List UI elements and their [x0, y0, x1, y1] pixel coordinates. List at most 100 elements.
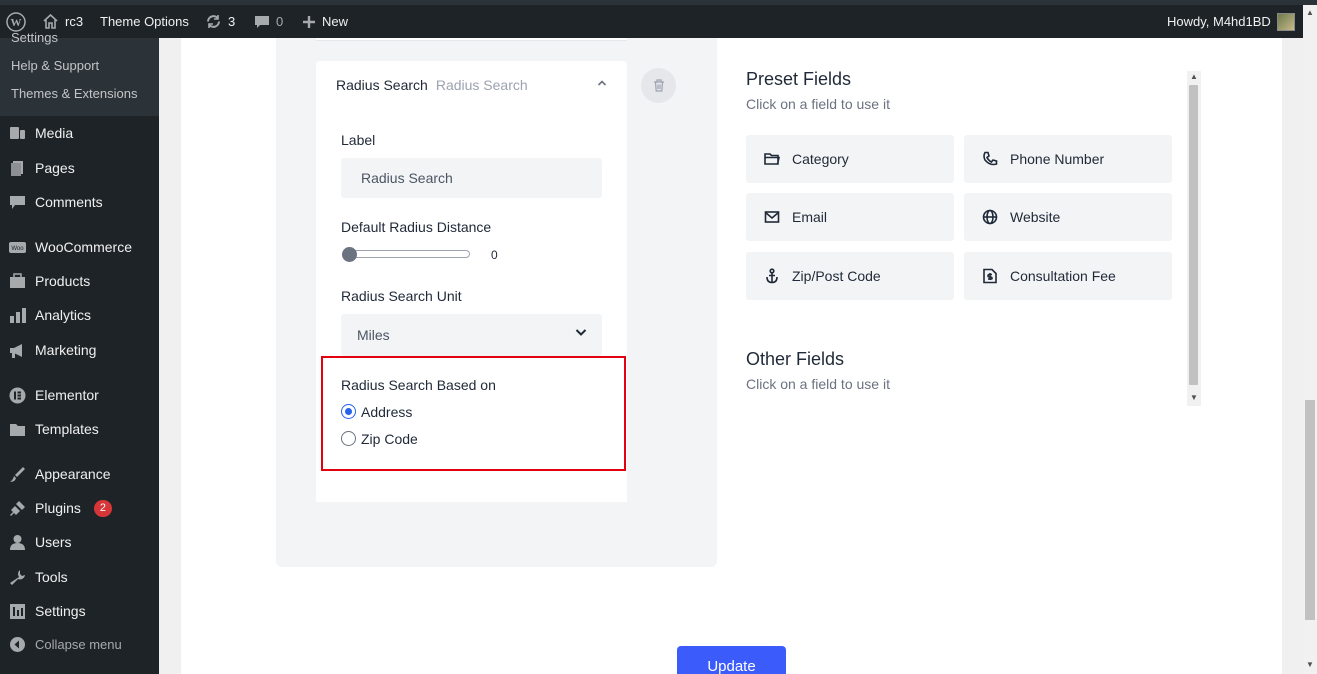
sidebar-item-label: Appearance [35, 466, 111, 482]
radius-unit-selected: Miles [357, 327, 390, 343]
radius-distance-slider[interactable] [343, 250, 470, 258]
sidebar-item-elementor[interactable]: Elementor [0, 378, 159, 412]
sidebar-item-users[interactable]: Users [0, 525, 159, 559]
preset-field-website[interactable]: Website [964, 193, 1172, 241]
preset-field-label: Consultation Fee [1010, 268, 1116, 284]
radius-unit-label: Radius Search Unit [341, 288, 462, 304]
radio-zip-code[interactable] [341, 431, 356, 446]
delete-field-button[interactable] [641, 68, 676, 103]
fields-panel-scrollbar[interactable]: ▲ ▼ [1187, 71, 1201, 406]
preset-field-email[interactable]: Email [746, 193, 954, 241]
field-card-header[interactable]: Radius Search Radius Search [316, 61, 627, 108]
elementor-icon [9, 387, 26, 404]
marketing-icon [9, 342, 26, 359]
page-scroll-thumb[interactable] [1305, 400, 1315, 620]
sidebar-item-marketing[interactable]: Marketing [0, 333, 159, 367]
preset-field-phone-number[interactable]: Phone Number [964, 135, 1172, 183]
sidebar-item-settings[interactable]: Settings [0, 594, 159, 628]
theme-options-label: Theme Options [100, 14, 189, 29]
svg-text:Woo: Woo [11, 246, 24, 252]
globe-icon [982, 209, 998, 225]
sidebar-item-media[interactable]: Media [0, 116, 159, 150]
update-button[interactable]: Update [677, 646, 786, 674]
sidebar-item-label: Templates [35, 421, 99, 437]
new-content-link[interactable]: New [302, 5, 348, 38]
admin-bar: W rc3 Theme Options 3 0 New Howdy, M4hd1… [0, 0, 1317, 38]
submenu-item-help-support[interactable]: Help & Support [11, 58, 99, 73]
plugins-update-badge: 2 [93, 499, 112, 517]
other-fields-subtitle: Click on a field to use it [746, 376, 890, 392]
folder-icon [764, 153, 780, 165]
preset-field-zip-post-code[interactable]: Zip/Post Code [746, 252, 954, 300]
sidebar-item-comments[interactable]: Comments [0, 185, 159, 219]
sidebar-item-appearance[interactable]: Appearance [0, 457, 159, 491]
sidebar-item-pages[interactable]: Pages [0, 151, 159, 185]
page-scroll-up-arrow-icon[interactable]: ▲ [1306, 8, 1314, 17]
comments-count: 0 [276, 14, 284, 29]
previous-field-card-edge [316, 38, 627, 41]
scroll-down-arrow-icon[interactable]: ▼ [1190, 393, 1198, 402]
chevron-up-icon[interactable] [597, 79, 607, 87]
submenu: Settings Help & Support Themes & Extensi… [0, 30, 159, 116]
page-scrollbar[interactable]: ▲ ▼ [1303, 5, 1317, 674]
preset-field-label: Category [792, 151, 849, 167]
fee-icon [983, 268, 997, 284]
templates-icon [9, 421, 26, 438]
media-icon [9, 125, 26, 142]
sidebar-item-label: Pages [35, 160, 75, 176]
anchor-icon [766, 268, 778, 284]
sidebar-item-label: Elementor [35, 387, 99, 403]
other-fields-title: Other Fields [746, 349, 845, 369]
sidebar-item-label: Plugins [35, 500, 81, 516]
sidebar-item-tools[interactable]: Tools [0, 560, 159, 594]
new-label: New [322, 14, 349, 29]
tools-icon [9, 569, 26, 586]
theme-options-link[interactable]: Theme Options [100, 5, 189, 38]
comments-link[interactable]: 0 [254, 5, 283, 38]
settings-icon [9, 603, 26, 620]
sidebar-item-plugins[interactable]: Plugins 2 [0, 491, 159, 525]
avatar [1276, 12, 1295, 31]
sidebar-item-templates[interactable]: Templates [0, 412, 159, 446]
updates-count: 3 [228, 14, 236, 29]
preset-field-label: Website [1010, 209, 1061, 225]
label-input[interactable]: Radius Search [341, 158, 602, 198]
preset-field-consultation-fee[interactable]: Consultation Fee [964, 252, 1172, 300]
radius-unit-select[interactable]: Miles [341, 314, 602, 356]
sidebar-item-woocommerce[interactable]: Woo WooCommerce [0, 230, 159, 264]
collapse-menu-button[interactable]: Collapse menu [0, 627, 159, 661]
scroll-up-arrow-icon[interactable]: ▲ [1190, 72, 1198, 81]
based-on-label: Radius Search Based on [341, 377, 496, 393]
howdy-text: Howdy, M4hd1BD [1167, 14, 1271, 29]
sidebar-item-analytics[interactable]: Analytics [0, 298, 159, 332]
sidebar-item-label: Tools [35, 569, 68, 585]
preset-fields-title: Preset Fields [746, 69, 852, 89]
updates-icon [207, 15, 220, 28]
plugins-icon [9, 500, 26, 517]
submenu-item-settings[interactable]: Settings [11, 30, 58, 45]
sidebar-item-products[interactable]: Products [0, 264, 159, 298]
sidebar-item-label: Products [35, 273, 91, 289]
woocommerce-icon: Woo [9, 239, 26, 256]
radio-zip-code-label[interactable]: Zip Code [361, 431, 418, 447]
account-menu[interactable]: Howdy, M4hd1BD [1167, 5, 1295, 38]
page-scroll-down-arrow-icon[interactable]: ▼ [1306, 660, 1314, 669]
svg-text:W: W [11, 17, 22, 29]
radius-distance-label: Default Radius Distance [341, 219, 492, 235]
preset-field-category[interactable]: Category [746, 135, 954, 183]
sidebar-item-label: Settings [35, 603, 86, 619]
plus-icon [303, 15, 315, 28]
chevron-down-icon [575, 329, 587, 336]
collapse-arrow-icon [9, 636, 26, 653]
submenu-item-themes-extensions[interactable]: Themes & Extensions [11, 86, 137, 101]
appearance-icon [9, 466, 26, 483]
fields-panel-scroll-thumb[interactable] [1189, 85, 1198, 385]
radio-address[interactable] [341, 404, 356, 419]
radius-distance-value: 0 [491, 248, 498, 262]
products-icon [9, 272, 26, 290]
radius-distance-slider-handle[interactable] [342, 247, 357, 262]
updates-link[interactable]: 3 [205, 5, 235, 38]
radio-address-label[interactable]: Address [361, 404, 412, 420]
field-card-title: Radius Search [336, 76, 428, 93]
field-card-subtitle: Radius Search [435, 76, 528, 93]
